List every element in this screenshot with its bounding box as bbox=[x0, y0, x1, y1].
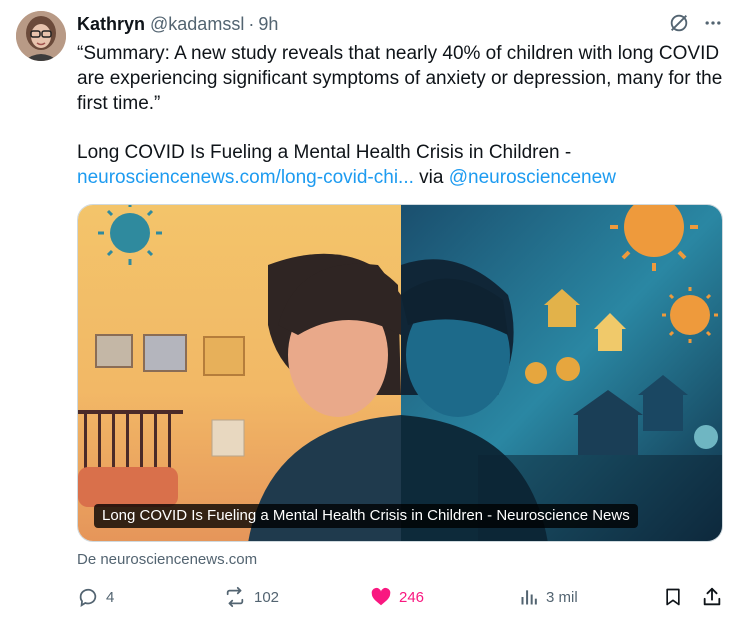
grok-icon[interactable] bbox=[667, 11, 691, 35]
author-handle[interactable]: @kadamssl bbox=[150, 14, 244, 35]
views-button[interactable]: 3 mil bbox=[519, 582, 578, 612]
action-bar: 4 102 246 3 mil bbox=[77, 582, 727, 612]
timestamp[interactable]: 9h bbox=[258, 14, 278, 35]
card-image bbox=[78, 205, 722, 541]
tweet-header: Kathryn @kadamssl · 9h bbox=[77, 12, 278, 36]
repost-count: 102 bbox=[254, 588, 280, 606]
heart-icon bbox=[371, 587, 391, 606]
link-card[interactable]: Long COVID Is Fueling a Mental Health Cr… bbox=[77, 204, 723, 542]
author-name[interactable]: Kathryn bbox=[77, 14, 145, 35]
reply-count: 4 bbox=[106, 588, 115, 606]
card-title: Long COVID Is Fueling a Mental Health Cr… bbox=[94, 504, 638, 528]
like-button[interactable]: 246 bbox=[370, 582, 424, 612]
mention-link[interactable]: @neurosciencenew bbox=[449, 167, 616, 188]
article-link[interactable]: neurosciencenews.com/long-covid-chi... bbox=[77, 167, 414, 188]
share-button[interactable] bbox=[701, 582, 723, 612]
bookmark-button[interactable] bbox=[663, 582, 683, 612]
like-count: 246 bbox=[399, 588, 425, 606]
tweet-link-text: Long COVID Is Fueling a Mental Health Cr… bbox=[77, 140, 727, 190]
more-icon[interactable] bbox=[701, 11, 725, 35]
reply-button[interactable]: 4 bbox=[77, 582, 114, 612]
bookmark-icon bbox=[666, 588, 680, 606]
link-title: Long COVID Is Fueling a Mental Health Cr… bbox=[77, 142, 572, 163]
reply-icon bbox=[79, 588, 97, 607]
repost-icon bbox=[226, 586, 244, 608]
separator: · bbox=[248, 13, 255, 34]
tweet-text: “Summary: A new study reveals that nearl… bbox=[77, 43, 723, 114]
avatar-image bbox=[16, 11, 66, 61]
repost-button[interactable]: 102 bbox=[223, 582, 279, 612]
card-source[interactable]: De neurosciencenews.com bbox=[77, 551, 257, 568]
views-icon bbox=[521, 590, 537, 605]
share-icon bbox=[703, 587, 721, 606]
via-label: via bbox=[419, 167, 444, 188]
avatar[interactable] bbox=[16, 11, 66, 61]
views-count: 3 mil bbox=[546, 588, 578, 606]
